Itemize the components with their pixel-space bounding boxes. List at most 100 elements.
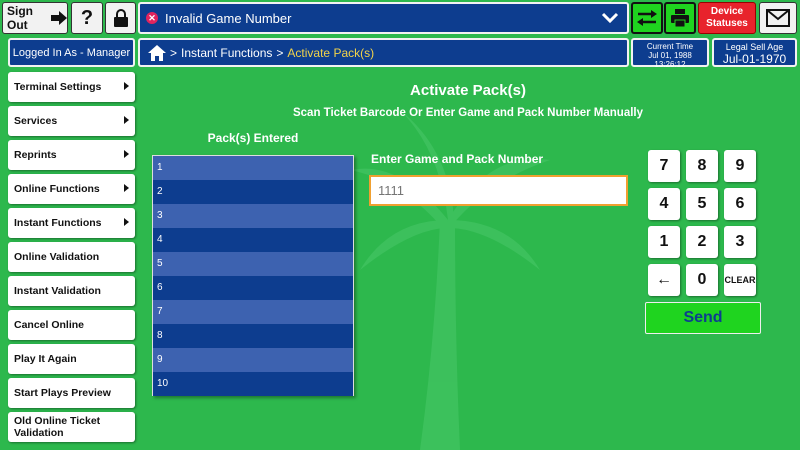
- logged-in-label: Logged In As - Manager: [12, 46, 131, 59]
- breadcrumb-section[interactable]: Instant Functions: [181, 46, 272, 60]
- sidebar-item-play-it-again[interactable]: Play It Again: [8, 344, 135, 374]
- sidebar-item-reprints[interactable]: Reprints: [8, 140, 135, 170]
- key-label: 5: [697, 195, 707, 212]
- pack-row[interactable]: 5: [153, 252, 353, 276]
- printer-icon: [670, 9, 690, 27]
- pack-row[interactable]: 1: [153, 156, 353, 180]
- sidebar-item-terminal-settings[interactable]: Terminal Settings: [8, 72, 135, 102]
- key-1[interactable]: 1: [648, 226, 680, 258]
- lock-icon: [113, 9, 129, 27]
- key-label: 8: [697, 157, 707, 174]
- sidebar-item-online-validation[interactable]: Online Validation: [8, 242, 135, 272]
- print-button[interactable]: [664, 2, 696, 34]
- device-statuses-button[interactable]: Device Statuses: [698, 2, 756, 34]
- key-9[interactable]: 9: [724, 150, 756, 182]
- sidebar-item-label: Play It Again: [14, 353, 77, 365]
- breadcrumb-separator: >: [276, 45, 284, 60]
- sidebar-item-services[interactable]: Services: [8, 106, 135, 136]
- legal-sell-age-box: Legal Sell Age Jul-01-1970: [712, 38, 797, 67]
- current-time-label: Current Time: [646, 42, 694, 51]
- send-button[interactable]: Send: [645, 302, 761, 334]
- sidebar-item-label: Reprints: [14, 149, 57, 161]
- key-label: CLEAR: [724, 275, 756, 285]
- sidebar-item-label: Start Plays Preview: [14, 387, 111, 399]
- key-4[interactable]: 4: [648, 188, 680, 220]
- breadcrumb-current: Activate Pack(s): [287, 45, 375, 60]
- send-label: Send: [683, 309, 723, 326]
- key-label: 4: [659, 195, 669, 212]
- logged-in-status: Logged In As - Manager: [8, 38, 135, 67]
- help-icon: ?: [80, 6, 94, 29]
- key-5[interactable]: 5: [686, 188, 718, 220]
- swap-arrows-icon: [636, 9, 658, 27]
- sidebar-item-old-online-ticket-validation[interactable]: Old Online Ticket Validation: [8, 412, 135, 442]
- packs-list: 1 2 3 4 5 6 7 8 9 10: [152, 155, 354, 396]
- game-pack-number-input[interactable]: [369, 175, 628, 206]
- backspace-key[interactable]: ←: [648, 264, 680, 296]
- chevron-right-icon: [124, 150, 129, 158]
- current-time-box: Current Time Jul 01, 1988 13:26:12: [631, 38, 709, 69]
- pack-row[interactable]: 4: [153, 228, 353, 252]
- key-label: 6: [735, 195, 745, 212]
- sidebar-item-label: Instant Functions: [14, 217, 102, 229]
- key-0[interactable]: 0: [686, 264, 718, 296]
- page-title: Activate Pack(s): [410, 82, 526, 99]
- chevron-right-icon: [124, 116, 129, 124]
- page-subtitle: Scan Ticket Barcode Or Enter Game and Pa…: [292, 107, 644, 119]
- key-6[interactable]: 6: [724, 188, 756, 220]
- sidebar-item-label: Terminal Settings: [14, 81, 102, 93]
- key-label: 9: [735, 157, 745, 174]
- chevron-right-icon: [124, 82, 129, 90]
- sidebar-item-label: Old Online Ticket Validation: [14, 415, 101, 439]
- sign-out-label: Sign Out: [7, 4, 33, 32]
- sign-out-icon: [51, 10, 67, 26]
- sidebar-item-instant-functions[interactable]: Instant Functions: [8, 208, 135, 238]
- sidebar-item-label: Cancel Online: [14, 319, 85, 331]
- sidebar-item-online-functions[interactable]: Online Functions: [8, 174, 135, 204]
- key-8[interactable]: 8: [686, 150, 718, 182]
- key-2[interactable]: 2: [686, 226, 718, 258]
- legal-age-date: Jul-01-1970: [722, 52, 787, 66]
- packs-heading: Pack(s) Entered: [207, 131, 299, 145]
- help-button[interactable]: ?: [71, 2, 103, 34]
- legal-age-label: Legal Sell Age: [725, 42, 784, 52]
- sidebar-item-label: Online Validation: [14, 251, 100, 263]
- key-3[interactable]: 3: [724, 226, 756, 258]
- chevron-right-icon: [124, 184, 129, 192]
- key-label: 1: [659, 233, 669, 250]
- device-statuses-label: Device Statuses: [706, 6, 748, 29]
- lock-button[interactable]: [105, 2, 136, 34]
- sidebar-item-label: Online Functions: [14, 183, 100, 195]
- pack-row[interactable]: 10: [153, 372, 353, 396]
- pack-row[interactable]: 9: [153, 348, 353, 372]
- clear-key[interactable]: CLEAR: [724, 264, 756, 296]
- breadcrumb: > Instant Functions > Activate Pack(s): [138, 38, 629, 67]
- messages-button[interactable]: [759, 2, 797, 34]
- sidebar-item-instant-validation[interactable]: Instant Validation: [8, 276, 135, 306]
- envelope-icon: [766, 9, 790, 27]
- left-arrow-icon: ←: [656, 271, 672, 288]
- sidebar-item-label: Services: [14, 115, 58, 127]
- pack-row[interactable]: 2: [153, 180, 353, 204]
- sidebar-item-start-plays-preview[interactable]: Start Plays Preview: [8, 378, 135, 408]
- sign-out-button[interactable]: Sign Out: [2, 2, 68, 34]
- sidebar-item-cancel-online[interactable]: Cancel Online: [8, 310, 135, 340]
- pack-row[interactable]: 8: [153, 324, 353, 348]
- pack-row[interactable]: 7: [153, 300, 353, 324]
- breadcrumb-separator: >: [170, 45, 178, 60]
- pack-row[interactable]: 3: [153, 204, 353, 228]
- current-date: Jul 01, 1988: [648, 51, 692, 60]
- input-label: Enter Game and Pack Number: [371, 152, 544, 166]
- chevron-down-icon: [601, 11, 619, 25]
- status-message-bar[interactable]: ✕ Invalid Game Number: [138, 2, 629, 34]
- key-label: 7: [659, 157, 669, 174]
- swap-button[interactable]: [631, 2, 663, 34]
- status-message: Invalid Game Number: [165, 10, 292, 26]
- sidebar-item-label: Instant Validation: [14, 285, 101, 297]
- home-icon[interactable]: [148, 44, 166, 61]
- key-7[interactable]: 7: [648, 150, 680, 182]
- key-label: 0: [697, 271, 707, 288]
- pack-row[interactable]: 6: [153, 276, 353, 300]
- key-label: 3: [735, 233, 745, 250]
- current-time: 13:26:12: [654, 60, 686, 69]
